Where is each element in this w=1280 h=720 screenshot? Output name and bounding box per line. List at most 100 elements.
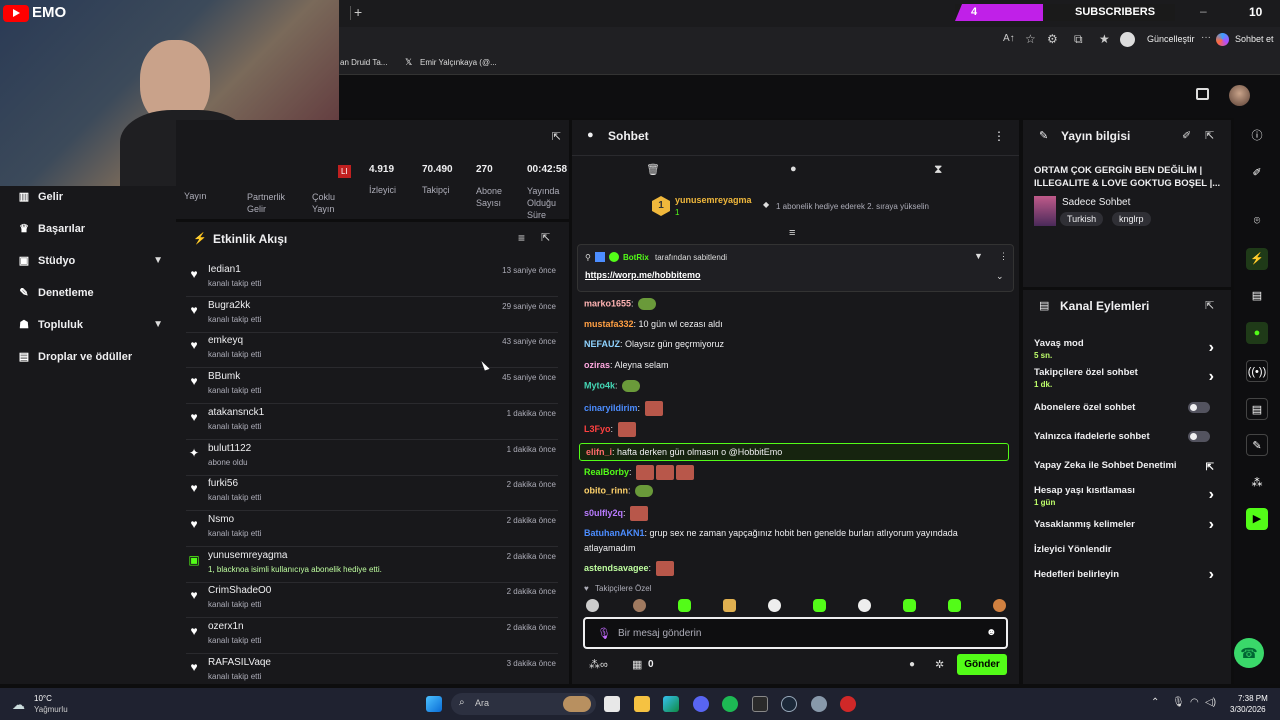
edge-icon[interactable] <box>663 696 679 712</box>
nav-item-gelir[interactable]: ▥ Gelir <box>18 191 163 203</box>
lightning-icon[interactable]: ⚡ <box>1246 248 1268 270</box>
feed-username[interactable]: yunusemreyagma <box>208 550 287 561</box>
profile-avatar[interactable] <box>1120 32 1135 47</box>
points-icon[interactable]: ⁂∞ <box>589 658 608 671</box>
gear-icon[interactable]: ✲ <box>935 658 944 671</box>
chat-message[interactable]: elifn_i: hafta derken gün olmasın o @Hob… <box>579 443 1009 461</box>
frog-emote[interactable] <box>635 485 654 497</box>
clock-time[interactable]: 7:38 PM <box>1238 694 1268 703</box>
channel-action-item[interactable]: Yalnızca ifadelerle sohbet <box>1034 431 1222 442</box>
chevron-right-icon[interactable]: › <box>1209 368 1214 386</box>
emote-thumb[interactable] <box>586 599 599 612</box>
terminal-icon[interactable] <box>752 696 768 712</box>
unpin-icon[interactable]: ▼ <box>974 251 983 261</box>
clock-date[interactable]: 3/30/2026 <box>1230 705 1266 714</box>
weather-temp[interactable]: 10°C <box>34 694 52 703</box>
chevron-down-icon[interactable]: ▼ <box>153 255 163 266</box>
steam-icon[interactable] <box>781 696 797 712</box>
channel-action-item[interactable]: Takipçilere özel sohbet 1 dk. › <box>1034 367 1222 389</box>
chat-username[interactable]: astendsavagee <box>584 563 649 573</box>
nav-item-droplar[interactable]: ▤ Droplar ve ödüller <box>18 351 163 363</box>
face-emote[interactable] <box>630 506 649 521</box>
toggle-switch[interactable] <box>1188 402 1210 413</box>
bookmark-item[interactable]: Emir Yalçınkaya (@... <box>420 58 497 67</box>
chat-message[interactable]: cinaryildirim: <box>584 401 663 416</box>
feed-username[interactable]: CrimShadeO0 <box>208 585 271 596</box>
chat-username[interactable]: cinaryildirim <box>584 403 638 413</box>
chevron-right-icon[interactable]: › <box>1209 516 1214 534</box>
feed-username[interactable]: emkeyq <box>208 335 243 346</box>
chat-icon[interactable]: ● <box>1246 322 1268 344</box>
category-thumbnail[interactable] <box>1034 196 1056 226</box>
channel-action-item[interactable]: İzleyici Yönlendir <box>1034 544 1222 555</box>
task-view-icon[interactable] <box>604 696 620 712</box>
tag-chip[interactable]: Turkish <box>1060 212 1104 226</box>
chat-message[interactable]: RealBorby: <box>584 465 695 480</box>
read-aloud-icon[interactable]: A↑ <box>1003 33 1015 44</box>
feed-row[interactable]: ✦ bulut1122 abone oldu 1 dakika önce <box>186 440 558 476</box>
info-icon[interactable]: ⓘ <box>1246 125 1268 147</box>
nav-item-denetleme[interactable]: ✎ Denetleme <box>18 287 163 299</box>
feed-row[interactable]: ♥ ozerx1n kanalı takip etti 2 dakika önce <box>186 618 558 654</box>
spotify-icon[interactable] <box>722 696 738 712</box>
feed-username[interactable]: Bugra2kk <box>208 300 250 311</box>
chat-username[interactable]: BatuhanAKN1 <box>584 528 645 538</box>
new-tab-icon[interactable]: + <box>354 4 362 20</box>
chat-username[interactable]: NEFAUZ <box>584 339 620 349</box>
microphone-icon[interactable]: 🎙 <box>597 627 611 640</box>
frog-emote[interactable] <box>638 298 657 310</box>
feed-row[interactable]: ▣ yunusemreyagma 1, blacknoa isimli kullan… <box>186 547 558 583</box>
chat-username[interactable]: obito_rinn <box>584 485 628 495</box>
toggle-switch[interactable] <box>1188 431 1210 442</box>
chevron-down-icon[interactable]: ▼ <box>153 319 163 330</box>
broadcast-icon[interactable]: ((•)) <box>1246 360 1268 382</box>
bookmark-item[interactable]: an Druid Ta... <box>340 58 387 67</box>
weather-desc[interactable]: Yağmurlu <box>34 705 68 714</box>
chat-message[interactable]: obito_rinn: <box>584 485 654 497</box>
favorite-icon[interactable]: ☆ <box>1025 32 1036 46</box>
emote-thumb[interactable] <box>858 599 871 612</box>
popout-icon[interactable]: ⇱ <box>541 231 550 244</box>
settings-icon[interactable] <box>811 696 827 712</box>
edit-icon[interactable]: ✐ <box>1182 129 1191 142</box>
chat-message[interactable]: L3Fyo: <box>584 422 636 437</box>
feed-username[interactable]: BBumk <box>208 371 240 382</box>
share-icon[interactable]: ⁂ <box>1246 472 1268 494</box>
app-icon[interactable] <box>840 696 856 712</box>
emote-thumb[interactable] <box>813 599 826 612</box>
feed-username[interactable]: bulut1122 <box>208 443 251 454</box>
chat-input[interactable]: 🎙 Bir mesaj gönderin ☻ <box>583 617 1008 649</box>
update-button[interactable]: Güncelleştir <box>1147 34 1195 44</box>
wifi-icon[interactable]: ◠ <box>1190 697 1199 708</box>
split-screen-icon[interactable]: ⧉ <box>1074 32 1083 47</box>
feed-row[interactable]: ♥ Nsmo kanalı takip etti 2 dakika önce <box>186 511 558 547</box>
hourglass-icon[interactable]: ⧗ <box>934 162 942 177</box>
document-icon[interactable]: ▤ <box>1246 285 1268 307</box>
chat-message[interactable]: s0ulfly2q: <box>584 506 649 521</box>
channel-action-item[interactable]: Yavaş mod 5 sn. › <box>1034 338 1222 360</box>
support-icon[interactable]: ☎ <box>1234 638 1264 668</box>
gift-icon[interactable] <box>1196 88 1209 100</box>
feed-username[interactable]: atakansnck1 <box>208 407 264 418</box>
feed-username[interactable]: RAFASILVaqe <box>208 657 271 668</box>
chat-message[interactable]: astendsavagee: <box>584 561 674 576</box>
face-emote[interactable] <box>676 465 695 480</box>
minimize-icon[interactable]: – <box>1200 4 1207 18</box>
feed-row[interactable]: ♥ furki56 kanalı takip etti 2 dakika önce <box>186 475 558 512</box>
chat-bubble-icon[interactable]: ● <box>909 659 915 670</box>
feed-row[interactable]: ♥ CrimShadeO0 kanalı takip etti 2 dakika ön… <box>186 582 558 619</box>
more-options-icon[interactable]: ⋮ <box>993 129 1005 143</box>
more-icon[interactable]: ··· <box>1201 32 1211 43</box>
send-button[interactable]: Gönder <box>957 654 1007 675</box>
chat-username[interactable]: mustafa332 <box>584 319 634 329</box>
emote-thumb[interactable] <box>633 599 646 612</box>
chat-username[interactable]: marko1655 <box>584 298 631 308</box>
feed-row[interactable]: ♥ RAFASILVaqe kanalı takip etti 3 dakika ön… <box>186 654 558 690</box>
more-options-icon[interactable]: ⋮ <box>999 251 1008 262</box>
wrench-icon[interactable]: ✎ <box>1246 434 1268 456</box>
chat-username[interactable]: elifn_i <box>586 447 612 457</box>
chat-message[interactable]: marko1655: <box>584 298 657 310</box>
feed-row[interactable]: ♥ Bugra2kk kanalı takip etti 29 saniye önce <box>186 297 558 333</box>
emote-thumb[interactable] <box>948 599 961 612</box>
chevron-right-icon[interactable]: › <box>1209 486 1214 504</box>
